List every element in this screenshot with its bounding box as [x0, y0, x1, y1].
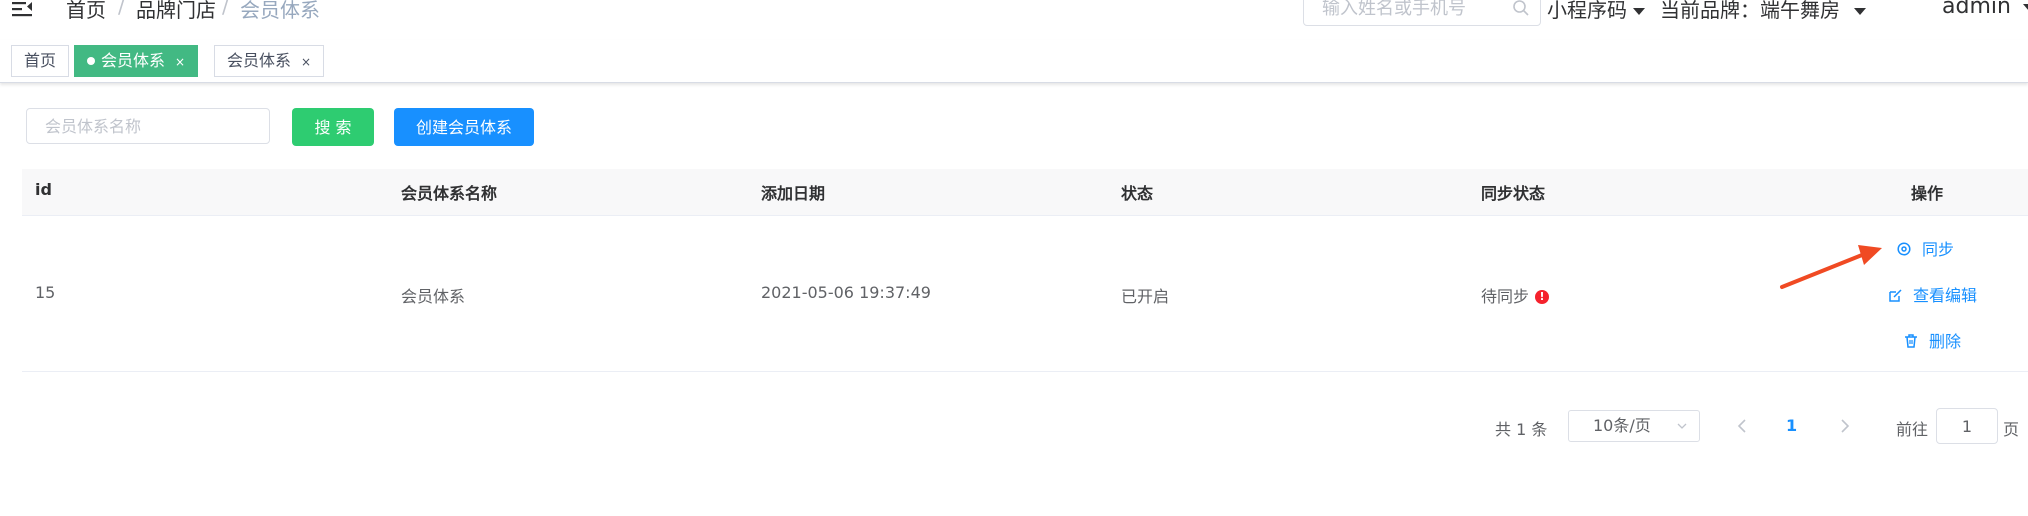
- delete-label: 删除: [1929, 332, 1962, 351]
- column-header-name: 会员体系名称: [401, 184, 498, 203]
- view-edit-action[interactable]: 查看编辑: [1887, 282, 1977, 306]
- mini-program-label: 小程序码: [1547, 0, 1627, 22]
- breadcrumb-home[interactable]: 首页: [66, 0, 106, 23]
- brand-switcher[interactable]: 当前品牌：端午舞房: [1660, 0, 1866, 23]
- cell-date: 2021-05-06 19:37:49: [761, 283, 931, 302]
- sync-label: 同步: [1922, 240, 1955, 259]
- chevron-down-icon: [1677, 423, 1687, 429]
- active-dot-icon: [87, 56, 95, 65]
- username: admin: [1942, 0, 2011, 19]
- chevron-down-icon: [1633, 8, 1645, 15]
- chevron-down-icon: [2022, 3, 2028, 11]
- breadcrumb-brand-store[interactable]: 品牌门店: [136, 0, 216, 23]
- tag-member-system[interactable]: 会员体系 ×: [214, 45, 325, 77]
- create-member-system-button[interactable]: 创建会员体系: [394, 108, 534, 146]
- pagination-total: 共 1 条: [1495, 420, 1548, 439]
- warning-icon: !: [1535, 289, 1550, 304]
- cell-name: 会员体系: [401, 287, 466, 306]
- close-icon[interactable]: ×: [175, 47, 185, 77]
- view-edit-label: 查看编辑: [1913, 286, 1978, 305]
- table-header: [22, 169, 2028, 216]
- prev-page-icon[interactable]: [1735, 418, 1749, 434]
- search-button[interactable]: 搜 索: [292, 108, 374, 146]
- cell-status: 已开启: [1121, 287, 1170, 306]
- mini-program-menu[interactable]: 小程序码: [1547, 0, 1645, 23]
- cell-id: 15: [35, 283, 56, 302]
- column-header-actions: 操作: [1911, 184, 1944, 203]
- delete-action[interactable]: 删除: [1903, 328, 1961, 352]
- row-divider: [22, 371, 2028, 372]
- column-header-date: 添加日期: [761, 184, 826, 203]
- tag-label: 会员体系: [227, 51, 292, 70]
- column-header-id: id: [35, 180, 52, 199]
- brand-label: 当前品牌：端午舞房: [1660, 0, 1840, 22]
- next-page-icon[interactable]: [1838, 418, 1852, 434]
- tag-home[interactable]: 首页: [11, 45, 70, 77]
- member-search-input[interactable]: [1322, 0, 1502, 19]
- breadcrumb-separator: /: [118, 0, 125, 18]
- annotation-arrow-icon: [1780, 245, 1882, 289]
- page-size-select[interactable]: 10条/页: [1568, 410, 1700, 442]
- user-menu[interactable]: admin: [1942, 0, 2028, 19]
- cell-sync-status: 待同步!: [1481, 283, 1550, 307]
- member-system-name-input[interactable]: [26, 108, 270, 144]
- column-header-sync-status: 同步状态: [1481, 184, 1546, 203]
- tag-member-system-active[interactable]: 会员体系 ×: [74, 45, 199, 77]
- page-size-value: 10条/页: [1593, 416, 1651, 435]
- hamburger-icon[interactable]: [10, 0, 34, 20]
- goto-prefix: 前往: [1896, 420, 1929, 439]
- goto-suffix: 页: [2003, 420, 2020, 439]
- page-number-current[interactable]: 1: [1786, 416, 1797, 435]
- trash-icon: [1905, 333, 1917, 348]
- search-icon[interactable]: [1512, 0, 1530, 17]
- member-search-box[interactable]: [1303, 0, 1541, 26]
- tag-label: 首页: [24, 51, 57, 70]
- edit-icon: [1889, 288, 1902, 302]
- sync-status-text: 待同步: [1481, 287, 1530, 306]
- tag-label: 会员体系: [101, 51, 166, 70]
- breadcrumb-current: 会员体系: [240, 0, 320, 22]
- sync-icon: [1897, 241, 1911, 256]
- chevron-down-icon: [1854, 8, 1866, 15]
- sync-action[interactable]: 同步: [1896, 236, 1954, 260]
- column-header-status: 状态: [1121, 184, 1154, 203]
- close-icon[interactable]: ×: [301, 47, 311, 77]
- breadcrumb-separator: /: [222, 0, 229, 18]
- goto-page-input[interactable]: [1936, 408, 1998, 444]
